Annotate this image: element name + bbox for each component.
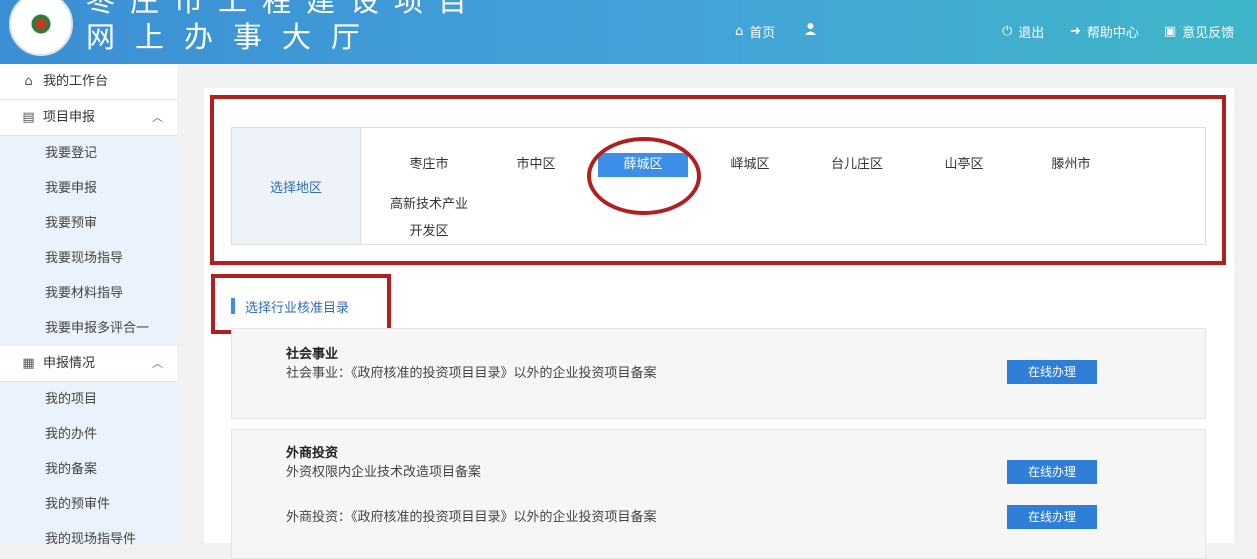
nav-feedback-link[interactable]: ▣ 意见反馈 [1164,22,1234,41]
nav-help-label: 帮助中心 [1086,26,1139,41]
online-handle-button[interactable]: 在线办理 [1007,460,1097,484]
card-item-desc: 外资权限内企业技术改造项目备案 [286,465,482,480]
sidebar-item-onsite-guide[interactable]: 我要现场指导 [0,241,177,276]
sidebar-group-label: 申报情况 [43,356,96,371]
home-outline-icon: ⌂ [24,74,33,89]
annotation-region-box [210,95,1226,265]
chevron-up-icon: ︿ [152,111,163,124]
card-title: 社会事业 [286,347,339,362]
top-header: 枣庄市工程建设项目 网上办事大厅 ⌂ 首页 ⏻ 退出 ➜ 帮助中心 ▣ 意见反馈 [0,0,1257,64]
site-title-line2: 网上办事大厅 [86,20,381,54]
sidebar-item-my-cases[interactable]: 我的办件 [0,417,177,452]
nav-logout-label: 退出 [1018,26,1045,41]
online-handle-button[interactable]: 在线办理 [1007,360,1097,384]
annotation-selected-circle [587,137,701,215]
city-logo-icon [9,0,73,56]
feedback-icon: ▣ [1164,24,1177,39]
sidebar-item-material-guide[interactable]: 我要材料指导 [0,276,177,311]
catalog-card-social: 社会事业 社会事业：《政府核准的投资项目目录》以外的企业投资项目备案 在线办理 [231,328,1206,419]
card-item-desc: 社会事业：《政府核准的投资项目目录》以外的企业投资项目备案 [286,366,657,381]
sidebar-item-workbench[interactable]: ⌂ 我的工作台 [0,64,177,100]
site-title-line1: 枣庄市工程建设项目 [86,0,483,18]
sidebar-item-pre-review[interactable]: 我要预审 [0,206,177,241]
catalog-card-foreign: 外商投资 外资权限内企业技术改造项目备案 在线办理 外商投资：《政府核准的投资项… [231,429,1206,559]
section-marker [231,298,235,314]
sidebar-item-multi-review[interactable]: 我要申报多评合一 [0,311,177,346]
user-icon[interactable] [804,22,817,35]
sidebar-item-declare[interactable]: 我要申报 [0,171,177,206]
sidebar-workbench-label: 我的工作台 [43,74,109,89]
sidebar-group-label: 项目申报 [43,110,96,125]
nav-help-link[interactable]: ➜ 帮助中心 [1070,22,1139,41]
nav-logout-link[interactable]: ⏻ 退出 [1002,22,1044,41]
sidebar-group-project-declare[interactable]: ▤ 项目申报 ︿ [0,100,177,136]
sidebar-item-my-filings[interactable]: 我的备案 [0,452,177,487]
card-item-desc: 外商投资：《政府核准的投资项目目录》以外的企业投资项目备案 [286,510,657,525]
sidebar-item-my-prereview[interactable]: 我的预审件 [0,487,177,522]
online-handle-button[interactable]: 在线办理 [1007,505,1097,529]
sidebar-item-register[interactable]: 我要登记 [0,136,177,171]
chevron-up-icon: ︿ [152,357,163,370]
sidebar-item-my-projects[interactable]: 我的项目 [0,382,177,417]
nav-feedback-label: 意见反馈 [1182,26,1235,41]
card-title: 外商投资 [286,446,339,461]
catalog-section-title: 选择行业核准目录 [231,296,349,316]
document-icon: ▤ [22,110,35,125]
nav-home-label: 首页 [749,26,776,41]
sidebar: ⌂ 我的工作台 ▤ 项目申报 ︿ 我要登记 我要申报 我要预审 我要现场指导 我… [0,64,177,547]
sidebar-group-declare-status[interactable]: ▦ 申报情况 ︿ [0,346,177,382]
calendar-icon: ▦ [22,356,35,371]
help-arrow-icon: ➜ [1070,24,1081,39]
home-icon: ⌂ [735,24,744,39]
catalog-title-label: 选择行业核准目录 [245,300,350,316]
nav-home-link[interactable]: ⌂ 首页 [735,22,775,41]
power-icon: ⏻ [1002,24,1013,39]
sidebar-item-my-onsite[interactable]: 我的现场指导件 [0,522,177,557]
